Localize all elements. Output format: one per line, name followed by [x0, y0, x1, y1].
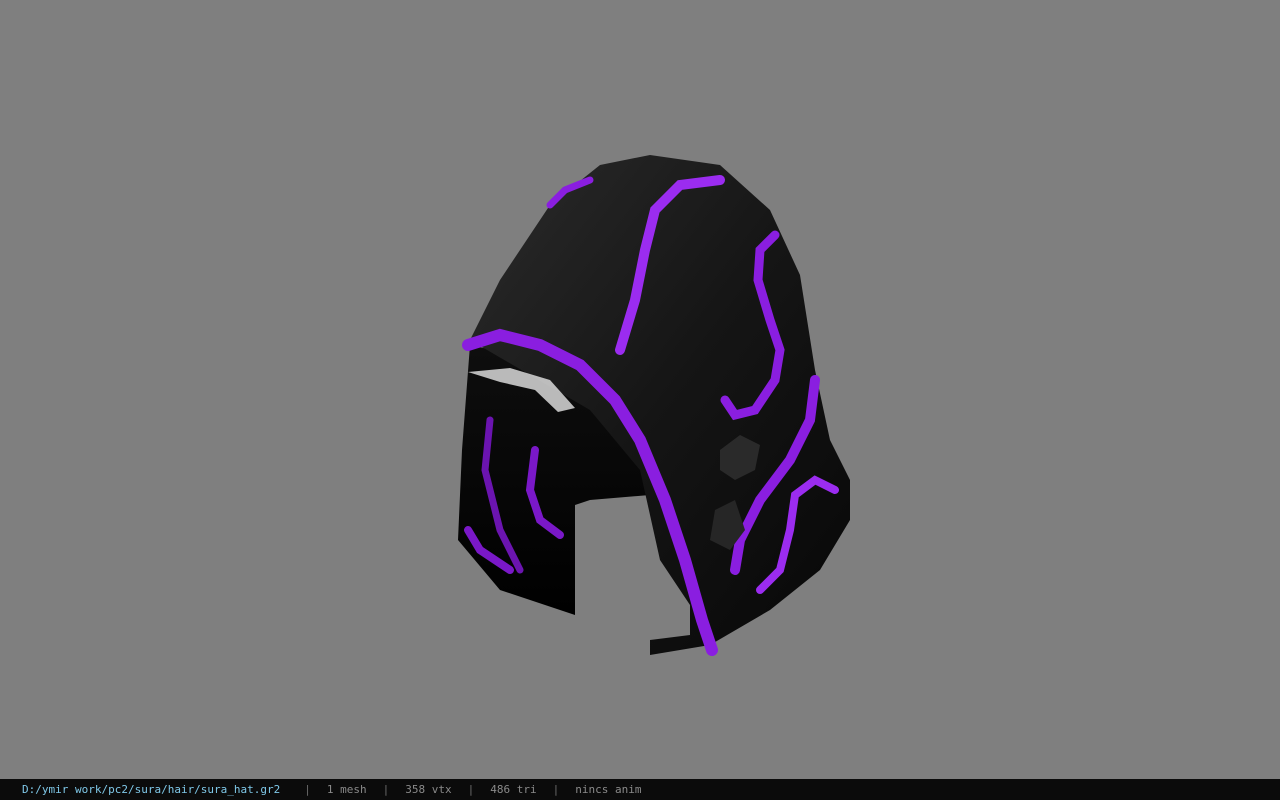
status-separator: | — [304, 783, 311, 796]
hood-model[interactable] — [440, 150, 870, 660]
animation-status: nincs anim — [575, 783, 642, 796]
status-separator: | — [467, 783, 475, 796]
triangle-count: 486 tri — [490, 783, 537, 796]
3d-viewport[interactable] — [0, 0, 1280, 779]
status-bar: D:/ymir work/pc2/sura/hair/sura_hat.gr2 … — [0, 779, 1280, 800]
status-separator: | — [552, 783, 560, 796]
status-separator: | — [382, 783, 390, 796]
vertex-count: 358 vtx — [405, 783, 452, 796]
file-path: D:/ymir work/pc2/sura/hair/sura_hat.gr2 — [22, 783, 281, 796]
mesh-count: 1 mesh — [326, 783, 367, 796]
